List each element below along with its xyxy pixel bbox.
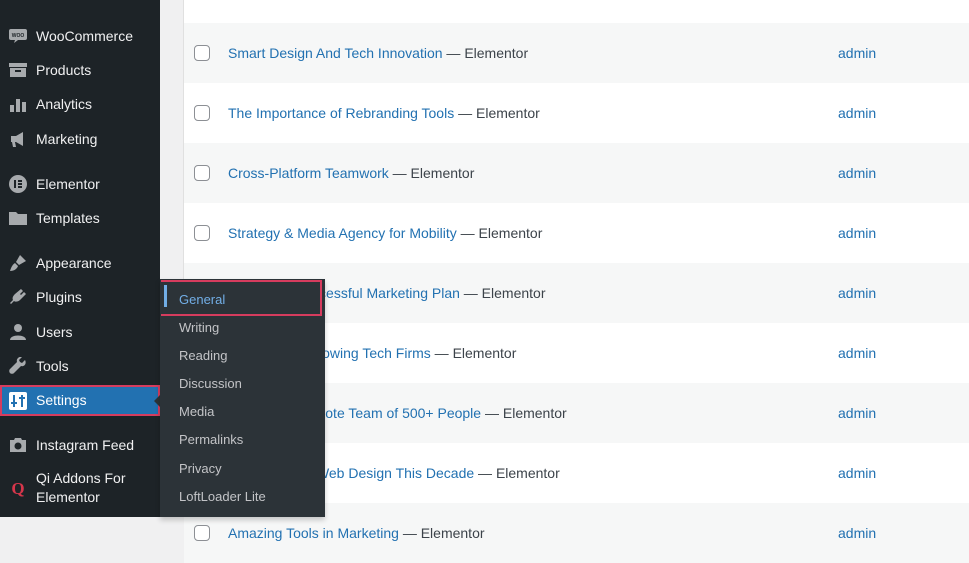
woocommerce-icon: WOO (8, 26, 28, 46)
sidebar-item-tools[interactable]: Tools (0, 356, 160, 376)
row-checkbox[interactable] (194, 525, 210, 541)
admin-sidebar: WOO WooCommerce Products Analytics Marketing… (0, 0, 160, 517)
sidebar-item-label: Users (36, 323, 73, 340)
post-title-link[interactable]: Amazing Tools in Marketing (228, 525, 399, 541)
settings-sliders-icon (8, 391, 28, 411)
sidebar-item-label: WooCommerce (36, 27, 133, 44)
post-state-label: — Elementor (481, 405, 567, 421)
sidebar-item-users[interactable]: Users (0, 322, 160, 342)
sidebar-item-label: Marketing (36, 130, 98, 147)
table-row: Strategy & Media Agency for Mobility — E… (184, 203, 969, 263)
camera-icon (8, 435, 28, 455)
post-title-cell: Cross-Platform Teamwork — Elementor (228, 164, 474, 182)
submenu-item-privacy[interactable]: Privacy (179, 461, 222, 476)
submenu-item-media[interactable]: Media (179, 404, 214, 419)
post-state-label: — Elementor (398, 525, 485, 541)
wrench-icon (8, 356, 28, 376)
post-title-link[interactable]: Strategy & Media Agency for Mobility (228, 225, 457, 241)
submenu-item-discussion[interactable]: Discussion (179, 376, 242, 391)
svg-text:WOO: WOO (12, 33, 25, 39)
sidebar-item-label: Plugins (36, 288, 82, 305)
sidebar-item-woocommerce[interactable]: WOO WooCommerce (0, 26, 160, 46)
post-title-cell: Amazing Tools in Marketing — Elementor (228, 524, 485, 542)
post-author-link[interactable]: admin (838, 224, 876, 242)
post-title-cell: The Importance of Rebranding Tools — Ele… (228, 104, 540, 122)
sidebar-item-instagram-feed[interactable]: Instagram Feed (0, 435, 160, 455)
sidebar-item-marketing[interactable]: Marketing (0, 129, 160, 149)
post-title-link[interactable]: Smart Design And Tech Innovation (228, 45, 443, 61)
post-state-label: — Elementor (430, 345, 517, 361)
submenu-item-writing[interactable]: Writing (179, 320, 219, 335)
sidebar-item-label: Elementor (36, 175, 100, 192)
table-row: Smart Design And Tech Innovation — Eleme… (184, 23, 969, 83)
submenu-item-loftloader-lite[interactable]: LoftLoader Lite (179, 489, 266, 504)
sidebar-item-plugins[interactable]: Plugins (0, 287, 160, 307)
post-state-label: — Elementor (454, 105, 540, 121)
sidebar-item-elementor[interactable]: Elementor (0, 174, 160, 194)
archive-icon (8, 60, 28, 80)
post-title-link[interactable]: Cross-Platform Teamwork (228, 165, 389, 181)
post-state-label: — Elementor (442, 45, 529, 61)
table-row: Cross-Platform Teamwork — Elementor admin (184, 143, 969, 203)
sidebar-item-label: Qi Addons For Elementor (36, 470, 126, 505)
sidebar-item-appearance[interactable]: Appearance (0, 253, 160, 273)
user-icon (8, 322, 28, 342)
row-checkbox[interactable] (194, 225, 210, 241)
post-state-label: — Elementor (459, 285, 546, 301)
post-author-link[interactable]: admin (838, 524, 876, 542)
row-checkbox[interactable] (194, 105, 210, 121)
sidebar-item-label: Products (36, 61, 92, 78)
post-title-link[interactable]: The Importance of Rebranding Tools (228, 105, 454, 121)
settings-submenu: General Writing Reading Discussion Media Perm… (160, 279, 325, 517)
elementor-icon (8, 174, 28, 194)
post-author-link[interactable]: admin (838, 104, 876, 122)
post-author-link[interactable]: admin (838, 44, 876, 62)
post-state-label: — Elementor (474, 465, 560, 481)
plugin-icon (8, 287, 28, 307)
row-checkbox[interactable] (194, 165, 210, 181)
submenu-item-general[interactable]: General (179, 292, 225, 307)
folder-icon (8, 208, 28, 228)
paintbrush-icon (8, 253, 28, 273)
post-author-link[interactable]: admin (838, 464, 876, 482)
bar-chart-icon (8, 94, 28, 114)
sidebar-item-label: Analytics (36, 95, 93, 112)
table-row: The Importance of Rebranding Tools — Ele… (184, 83, 969, 143)
row-checkbox[interactable] (194, 45, 210, 61)
sidebar-item-label: Templates (36, 209, 100, 226)
post-title-cell: Smart Design And Tech Innovation — Eleme… (228, 44, 528, 62)
table-row (184, 0, 969, 23)
sidebar-item-qi-addons-for-elementor[interactable]: Q Qi Addons For Elementor (0, 468, 160, 508)
sidebar-item-label: Tools (36, 357, 69, 374)
post-title-cell: Strategy & Media Agency for Mobility — E… (228, 224, 542, 242)
svg-text:Q: Q (11, 479, 24, 497)
current-indicator (164, 285, 167, 307)
post-author-link[interactable]: admin (838, 404, 876, 422)
qi-icon: Q (8, 478, 28, 498)
post-state-label: — Elementor (456, 225, 543, 241)
submenu-item-permalinks[interactable]: Permalinks (179, 432, 243, 447)
megaphone-icon (8, 129, 28, 149)
sidebar-item-products[interactable]: Products (0, 60, 160, 80)
sidebar-item-label: Settings (36, 392, 87, 408)
sidebar-item-label: Appearance (36, 254, 112, 271)
post-author-link[interactable]: admin (838, 284, 876, 302)
sidebar-item-analytics[interactable]: Analytics (0, 94, 160, 114)
sidebar-item-templates[interactable]: Templates (0, 208, 160, 228)
post-author-link[interactable]: admin (838, 344, 876, 362)
post-author-link[interactable]: admin (838, 164, 876, 182)
sidebar-item-settings[interactable]: Settings (0, 385, 160, 416)
submenu-item-reading[interactable]: Reading (179, 348, 227, 363)
sidebar-item-label: Instagram Feed (36, 436, 135, 453)
post-state-label: — Elementor (388, 165, 475, 181)
